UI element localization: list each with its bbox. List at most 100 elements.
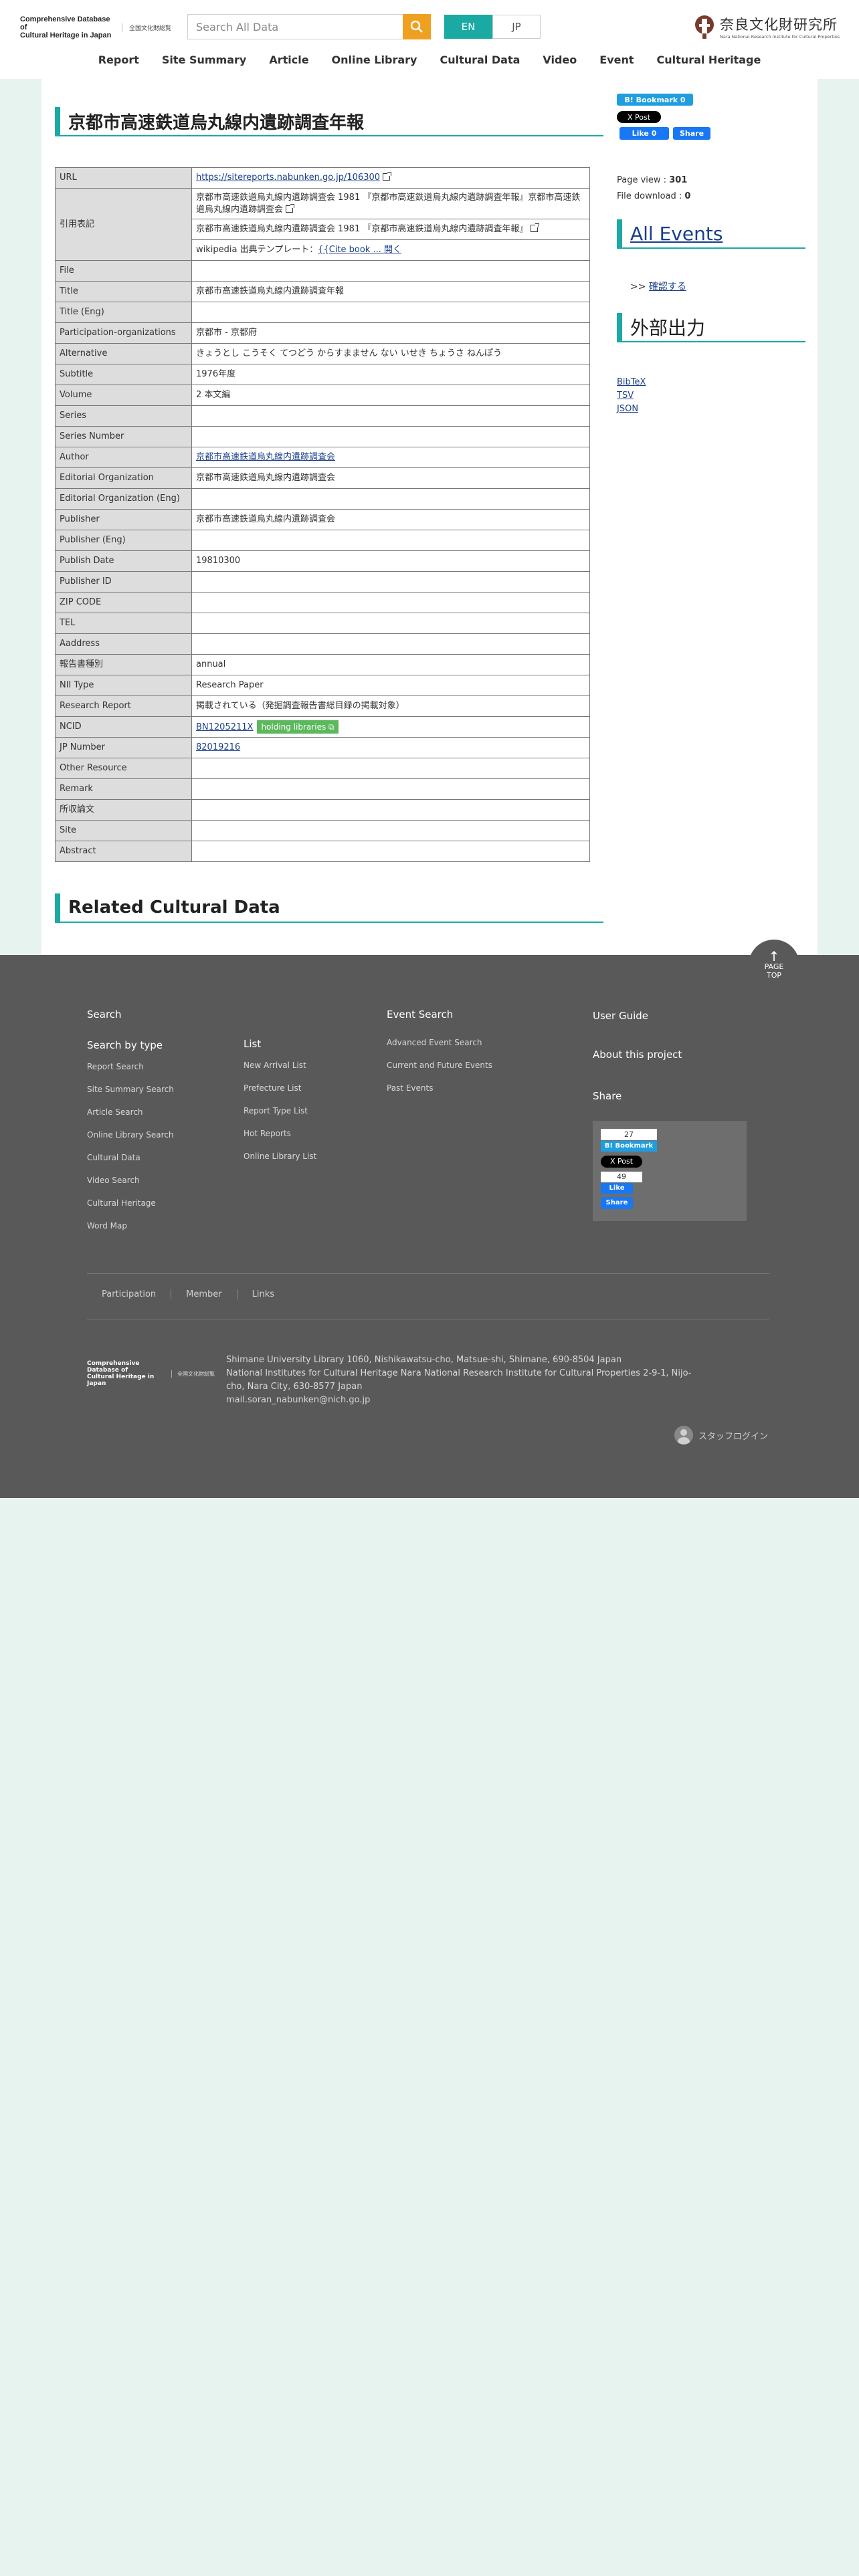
table-row: Title 京都市高速鉄道烏丸線内遺跡調査年報 xyxy=(55,281,590,302)
links-link[interactable]: Links xyxy=(236,1289,289,1299)
footer-link-word-map[interactable]: Word Map xyxy=(87,1214,174,1237)
footer-link-prefecture-list[interactable]: Prefecture List xyxy=(244,1077,316,1099)
url-link[interactable]: https://sitereports.nabunken.go.jp/10630… xyxy=(196,173,380,183)
footer-link-advanced-event-search[interactable]: Advanced Event Search xyxy=(387,1031,492,1054)
nav-item-event[interactable]: Event xyxy=(599,53,634,74)
holding-libraries-button[interactable]: holding libraries ⧉ xyxy=(257,720,339,734)
confirm-link[interactable]: 確認する xyxy=(649,282,686,292)
footer-x-post-button[interactable]: X Post xyxy=(601,1156,642,1168)
footer-link-cultural-data[interactable]: Cultural Data xyxy=(87,1146,174,1169)
search-input[interactable]: Search All Data xyxy=(187,14,403,39)
row-value-link[interactable]: BN1205211X xyxy=(196,722,253,732)
participation-link[interactable]: Participation xyxy=(87,1289,171,1299)
footer-share-heading: Share xyxy=(593,1090,622,1102)
facebook-share-button[interactable]: Share xyxy=(673,127,710,140)
search-icon xyxy=(410,20,423,33)
table-row: Publisher 京都市高速鉄道烏丸線内遺跡調査会 xyxy=(55,509,590,530)
footer-logo[interactable]: Comprehensive Database of Cultural Herit… xyxy=(87,1360,215,1387)
site-footer: Search Search by type Report Search Site … xyxy=(0,955,859,1498)
x-post-button[interactable]: X Post xyxy=(617,111,661,123)
footer-link-online-library-list[interactable]: Online Library List xyxy=(244,1145,316,1168)
address-line-1: Shimane University Library 1060, Nishika… xyxy=(226,1355,622,1365)
footer-link-report-search[interactable]: Report Search xyxy=(87,1055,174,1078)
row-value: 京都市高速鉄道烏丸線内遺跡調査会 xyxy=(191,509,590,530)
row-value-text: 京都市高速鉄道烏丸線内遺跡調査会 xyxy=(196,514,336,524)
nabunken-logo[interactable]: 奈良文化財研究所 Nara National Research Institut… xyxy=(693,12,840,41)
facebook-like-button[interactable]: Like 0 xyxy=(619,127,669,140)
footer-link-site-summary-search[interactable]: Site Summary Search xyxy=(87,1078,174,1101)
row-label: File xyxy=(55,260,192,282)
stats: Page view : 301 File download : 0 xyxy=(617,173,690,205)
row-label: Participation-organizations xyxy=(55,322,192,344)
row-label: 報告書種別 xyxy=(55,654,192,675)
row-label: Subtitle xyxy=(55,364,192,385)
footer-user-guide[interactable]: User Guide xyxy=(593,1010,648,1022)
site-logo[interactable]: Comprehensive Database of Cultural Herit… xyxy=(20,15,174,39)
export-bibtex-link[interactable]: BibTeX xyxy=(617,376,646,389)
address-email: mail.soran_nabunken@nich.go.jp xyxy=(226,1395,371,1405)
staff-login-link[interactable]: スタッフログイン xyxy=(674,1426,768,1444)
row-value xyxy=(191,405,590,427)
table-row: URL https://sitereports.nabunken.go.jp/1… xyxy=(55,167,590,189)
nav-item-report[interactable]: Report xyxy=(98,53,139,74)
footer-link-video-search[interactable]: Video Search xyxy=(87,1169,174,1192)
footer-like-button[interactable]: Like xyxy=(601,1183,633,1194)
copy-icon[interactable] xyxy=(383,172,392,181)
footer-about[interactable]: About this project xyxy=(593,1049,682,1061)
nav-item-cultural-data[interactable]: Cultural Data xyxy=(440,53,520,74)
hatena-bookmark-button[interactable]: B! Bookmark 0 xyxy=(617,94,693,106)
footer-link-hot-reports[interactable]: Hot Reports xyxy=(244,1122,316,1145)
search-button[interactable] xyxy=(403,14,431,39)
table-row: Abstract xyxy=(55,841,590,862)
copy-icon[interactable] xyxy=(531,223,540,232)
row-label: Editorial Organization xyxy=(55,467,192,489)
table-row: Volume 2 本文編 xyxy=(55,385,590,406)
lang-en-button[interactable]: EN xyxy=(444,15,492,39)
footer-link-new-arrival-list[interactable]: New Arrival List xyxy=(244,1054,316,1077)
nav-item-online-library[interactable]: Online Library xyxy=(332,53,417,74)
nav-item-cultural-heritage[interactable]: Cultural Heritage xyxy=(657,53,761,74)
row-value: きょうとし こうそく てつどう からすまません ない いせき ちょうさ ねんぽう xyxy=(191,343,590,364)
page-view-count: 301 xyxy=(669,175,688,185)
nav-item-video[interactable]: Video xyxy=(543,53,577,74)
row-value xyxy=(191,820,590,841)
lang-jp-button[interactable]: JP xyxy=(492,15,541,39)
export-tsv-link[interactable]: TSV xyxy=(617,389,646,403)
table-row: 引用表記 京都市高速鉄道烏丸線内遺跡調査会 1981 『京都市高速鉄道烏丸線内遺… xyxy=(55,188,590,261)
row-value: 京都市 - 京都府 xyxy=(191,322,590,344)
row-value-link[interactable]: 82019216 xyxy=(196,742,240,752)
footer-link-current-and-future-events[interactable]: Current and Future Events xyxy=(387,1054,492,1077)
citation-2-text: 京都市高速鉄道烏丸線内遺跡調査会 1981 『京都市高速鉄道烏丸線内遺跡調査年報… xyxy=(196,224,529,234)
nav-item-site-summary[interactable]: Site Summary xyxy=(162,53,246,74)
row-label: TEL xyxy=(55,613,192,634)
row-value-link[interactable]: 京都市高速鉄道烏丸線内遺跡調査会 xyxy=(196,452,335,462)
footer-link-report-type-list[interactable]: Report Type List xyxy=(244,1099,316,1122)
main-nav: Report Site Summary Article Online Library C… xyxy=(0,53,859,74)
footer-link-online-library-search[interactable]: Online Library Search xyxy=(87,1123,174,1146)
export-json-link[interactable]: JSON xyxy=(617,403,646,416)
footer-bookmark-button[interactable]: B! Bookmark xyxy=(601,1141,657,1152)
footer-link-article-search[interactable]: Article Search xyxy=(87,1101,174,1123)
table-row: ZIP CODE xyxy=(55,592,590,613)
row-label: NII Type xyxy=(55,675,192,696)
footer-share-button[interactable]: Share xyxy=(601,1197,633,1209)
all-events-link[interactable]: All Events xyxy=(617,219,805,249)
row-label: Editorial Organization (Eng) xyxy=(55,488,192,510)
footer-event-search-heading[interactable]: Event Search xyxy=(387,1008,492,1021)
member-link[interactable]: Member xyxy=(171,1289,236,1299)
row-value xyxy=(191,633,590,655)
row-label: URL xyxy=(55,167,192,189)
row-value xyxy=(191,799,590,821)
row-label: Publish Date xyxy=(55,550,192,572)
table-row: Site xyxy=(55,820,590,841)
footer-search-heading[interactable]: Search xyxy=(87,1008,174,1021)
row-label: JP Number xyxy=(55,737,192,758)
nav-item-article[interactable]: Article xyxy=(269,53,308,74)
page-top-button[interactable]: ↑ PAGE TOP xyxy=(749,940,799,990)
cite-book-toggle[interactable]: {{Cite book ... 開く xyxy=(318,245,401,255)
footer-link-past-events[interactable]: Past Events xyxy=(387,1077,492,1099)
footer-link-cultural-heritage[interactable]: Cultural Heritage xyxy=(87,1192,174,1214)
copy-icon[interactable] xyxy=(286,203,295,213)
site-logo-jp: 全国文化財総覧 xyxy=(122,23,171,32)
file-download-count: 0 xyxy=(684,191,691,201)
